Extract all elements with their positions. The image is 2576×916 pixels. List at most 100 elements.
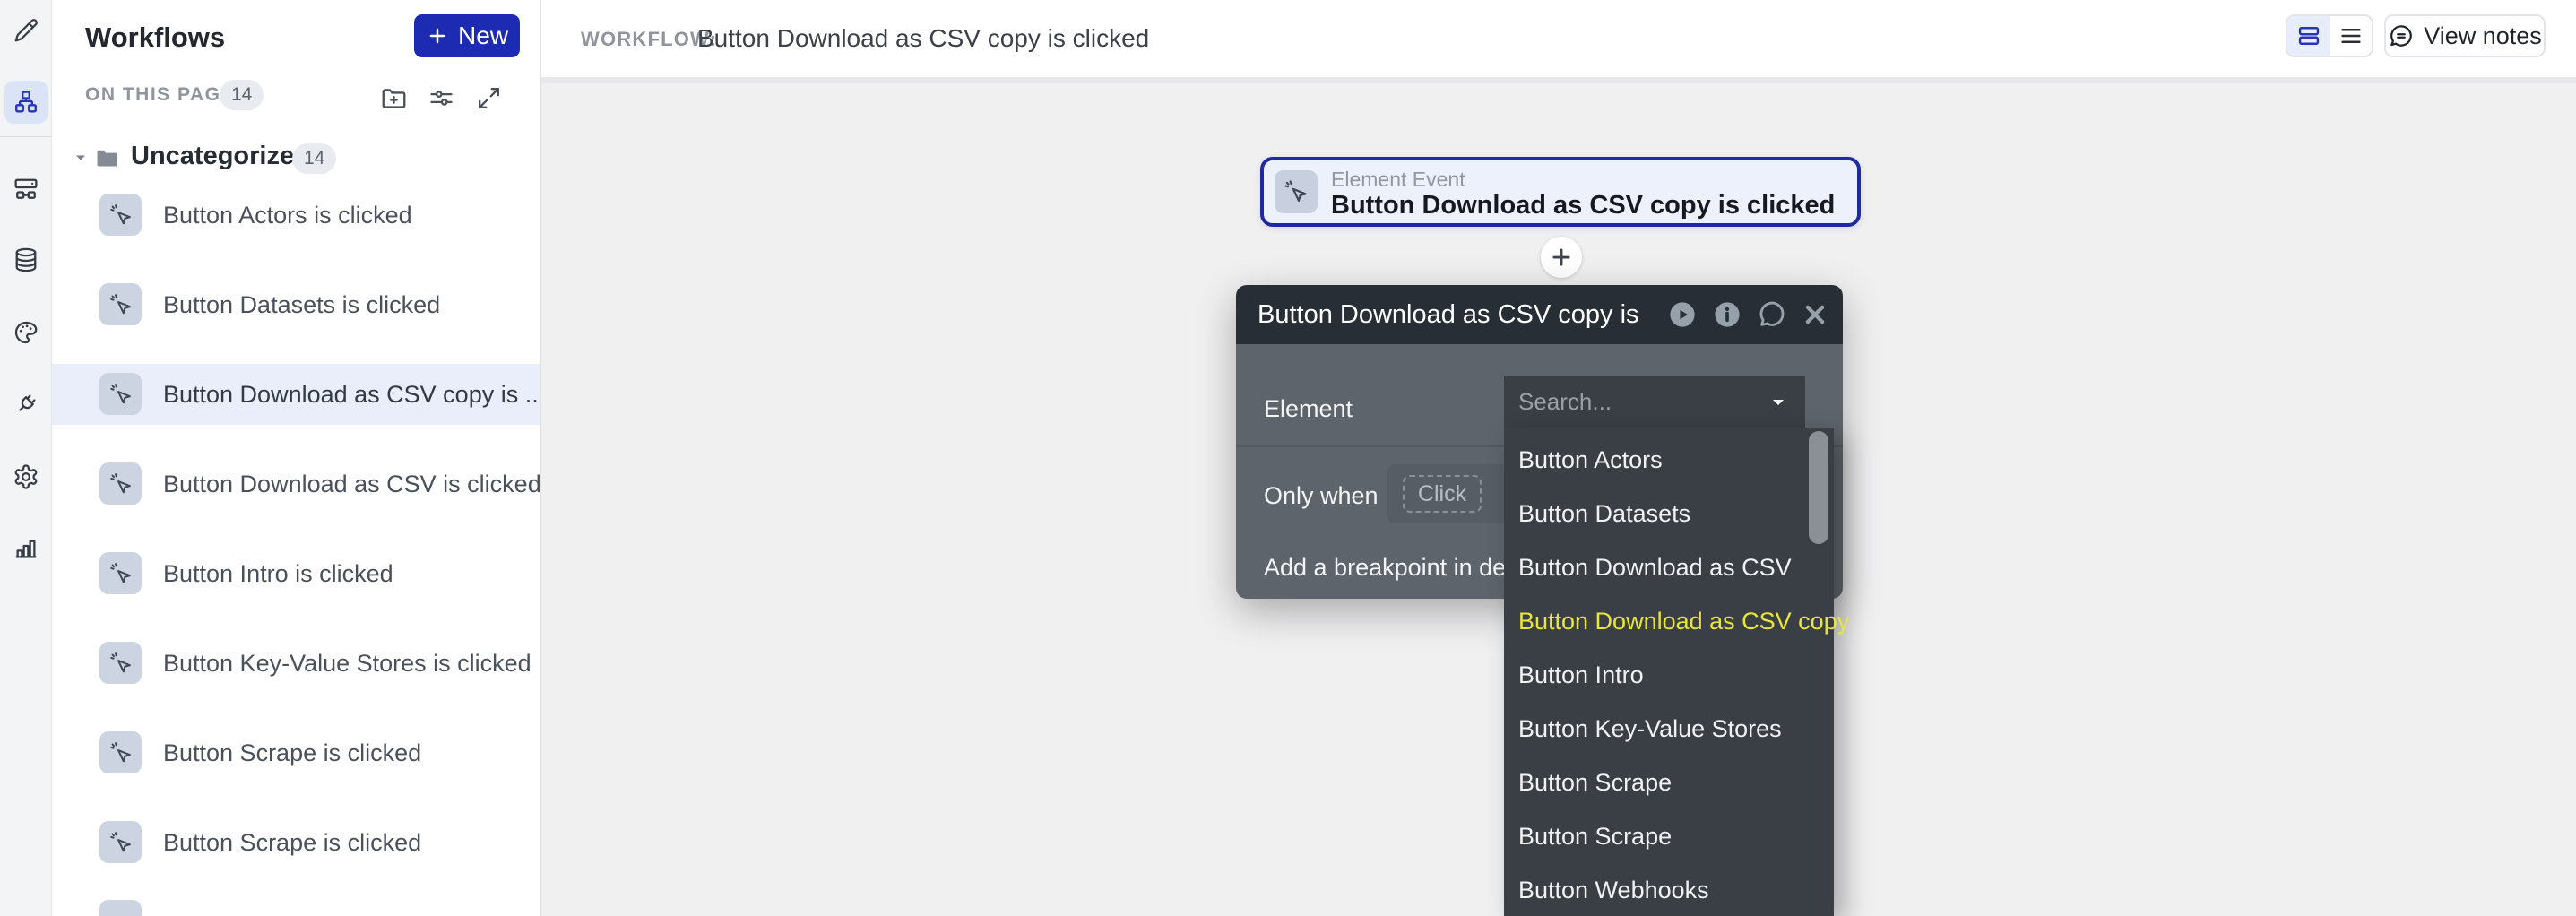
- view-notes-label: View notes: [2424, 22, 2542, 50]
- plus-icon: [1548, 244, 1575, 271]
- pencil-icon: [13, 17, 39, 44]
- expand-icon[interactable]: [475, 84, 503, 112]
- card-view-toggle[interactable]: [2287, 16, 2330, 56]
- dropdown-option[interactable]: Button Actors: [1518, 447, 1663, 472]
- folder-group-label: Uncategorized: [131, 142, 310, 171]
- panel-toolbar: [380, 81, 523, 115]
- app: Workflows New ON THIS PAGE 14 Uncategori…: [0, 0, 2576, 916]
- rail-item-components[interactable]: [4, 168, 48, 211]
- workflow-item-label: Button Datasets is clicked: [163, 291, 440, 319]
- workflow-item-label: Button Key-Value Stores is clicked: [163, 650, 532, 678]
- folder-count-badge: 14: [292, 143, 336, 174]
- topbar-shadow: [541, 77, 2576, 83]
- rail-item-analytics[interactable]: [4, 527, 48, 570]
- add-step-button[interactable]: [1541, 237, 1582, 278]
- dropdown-option[interactable]: Button Key-Value Stores: [1518, 716, 1782, 741]
- folder-icon: [93, 143, 121, 171]
- analytics-icon: [13, 535, 39, 562]
- workflow-canvas: Element Event Button Download as CSV cop…: [541, 77, 2576, 916]
- element-search-field[interactable]: [1504, 376, 1805, 428]
- workflow-list-item[interactable]: Button Key-Value Stores is clicked: [52, 633, 541, 694]
- dropdown-option[interactable]: Button Datasets: [1518, 501, 1690, 526]
- rail-item-editor[interactable]: [4, 9, 48, 52]
- list-view-toggle[interactable]: [2330, 16, 2372, 56]
- workflow-item-label: Button Intro is clicked: [163, 560, 393, 588]
- folder-plus-icon[interactable]: [380, 84, 408, 112]
- workflow-list-item[interactable]: Button Download as CSV is clicked: [52, 454, 541, 514]
- dropdown-option[interactable]: Button Scrape: [1518, 770, 1672, 795]
- workflow-item-icon-partial: [99, 900, 142, 916]
- workflow-breadcrumb-title: Button Download as CSV copy is clicked: [697, 24, 1149, 53]
- rail-item-integrations[interactable]: [4, 383, 48, 426]
- workflow-list-item[interactable]: Button Scrape is clicked: [52, 812, 541, 873]
- folder-group-header[interactable]: Uncategorized 14: [52, 134, 541, 181]
- element-field-label: Element: [1264, 395, 1353, 423]
- workflow-item-label: Button Actors is clicked: [163, 202, 412, 229]
- dropdown-option[interactable]: Button Webhooks: [1518, 877, 1709, 903]
- click-condition-chip[interactable]: Click: [1387, 464, 1522, 523]
- cursor-click-icon: [99, 821, 142, 863]
- workflow-list-item[interactable]: Button Intro is clicked: [52, 543, 541, 604]
- dropdown-option[interactable]: Button Download as CSV: [1518, 555, 1792, 580]
- new-workflow-button[interactable]: New: [414, 14, 520, 57]
- dropdown-option-highlighted[interactable]: Button Download as CSV copy: [1518, 609, 1849, 634]
- plug-icon: [13, 391, 39, 418]
- workflow-item-label: Button Scrape is clicked: [163, 829, 421, 857]
- dropdown-scrollbar[interactable]: [1809, 431, 1828, 544]
- cursor-click-icon: [99, 731, 142, 773]
- workflow-icon: [13, 89, 39, 116]
- workflow-item-label: Button Download as CSV is clicked: [163, 471, 541, 498]
- only-when-label: Only when: [1264, 482, 1379, 510]
- rail-item-data[interactable]: [4, 238, 48, 281]
- gear-icon: [13, 463, 39, 490]
- node-type-label: Element Event: [1331, 168, 1465, 192]
- workflow-list-item-selected[interactable]: Button Download as CSV copy is ...: [52, 364, 541, 425]
- topbar: WORKFLOW: Button Download as CSV copy is…: [541, 0, 2576, 77]
- comment-icon[interactable]: [1757, 299, 1787, 330]
- rail-divider: [0, 136, 52, 137]
- cursor-click-icon: [99, 642, 142, 684]
- on-this-page-count-badge: 14: [220, 80, 264, 110]
- workflow-item-label: Button Download as CSV copy is ...: [163, 381, 541, 409]
- play-icon[interactable]: [1667, 299, 1698, 330]
- dropdown-caret-icon[interactable]: [1768, 392, 1789, 413]
- cursor-click-icon: [99, 462, 142, 505]
- modal-header-actions: [1667, 285, 1828, 344]
- panel-title: Workflows: [85, 22, 225, 54]
- workflow-list-item[interactable]: Button Scrape is clicked: [52, 722, 541, 783]
- modal-header[interactable]: Button Download as CSV copy is: [1236, 285, 1843, 344]
- view-notes-button[interactable]: View notes: [2384, 14, 2546, 57]
- chevron-down-icon[interactable]: [72, 149, 90, 167]
- list-view-icon: [2338, 23, 2364, 48]
- add-breakpoint-link[interactable]: Add a breakpoint in deb: [1264, 554, 1519, 582]
- cursor-click-icon: [99, 373, 142, 415]
- workflow-list-item[interactable]: Button Actors is clicked: [52, 185, 541, 246]
- dropdown-option[interactable]: Button Intro: [1518, 662, 1644, 687]
- cards-view-icon: [2296, 23, 2321, 48]
- view-toggle: [2286, 14, 2373, 57]
- close-icon[interactable]: [1802, 301, 1828, 328]
- database-icon: [13, 246, 39, 273]
- plus-icon: [426, 24, 449, 48]
- rail-item-settings[interactable]: [4, 455, 48, 498]
- new-workflow-label: New: [458, 22, 508, 50]
- cursor-click-icon: [99, 194, 142, 236]
- workflows-panel: Workflows New ON THIS PAGE 14 Uncategori…: [52, 0, 541, 916]
- click-chip-label: Click: [1403, 475, 1482, 513]
- cursor-click-icon: [99, 283, 142, 325]
- rail-item-theme[interactable]: [4, 311, 48, 354]
- workflow-item-label: Button Scrape is clicked: [163, 739, 421, 767]
- filter-sliders-icon[interactable]: [428, 84, 455, 112]
- palette-icon: [13, 319, 39, 346]
- dropdown-option[interactable]: Button Scrape: [1518, 824, 1672, 849]
- element-event-node[interactable]: Element Event Button Download as CSV cop…: [1260, 157, 1861, 227]
- cursor-click-icon: [1275, 170, 1318, 213]
- element-search-input[interactable]: [1518, 385, 1751, 419]
- on-this-page-label: ON THIS PAGE: [85, 84, 235, 106]
- components-icon: [13, 176, 39, 203]
- rail-item-workflows[interactable]: [4, 81, 48, 124]
- element-dropdown-list: Button Actors Button Datasets Button Dow…: [1504, 428, 1834, 916]
- info-icon[interactable]: [1712, 299, 1742, 330]
- workflow-list-item[interactable]: Button Datasets is clicked: [52, 274, 541, 335]
- cursor-click-icon: [99, 552, 142, 594]
